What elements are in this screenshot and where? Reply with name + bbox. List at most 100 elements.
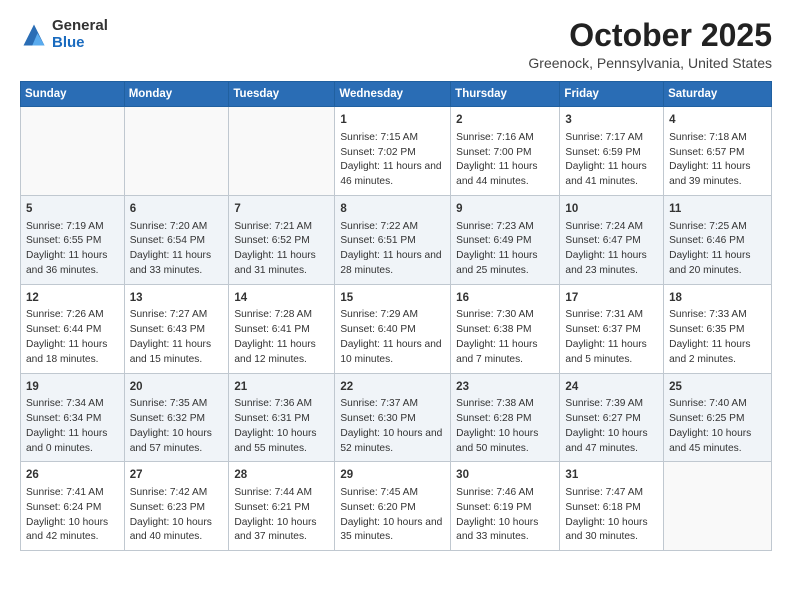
sunrise-text: Sunrise: 7:18 AM <box>669 132 747 143</box>
daylight-text: Daylight: 11 hours and 7 minutes. <box>456 339 537 365</box>
sunset-text: Sunset: 7:02 PM <box>340 147 415 158</box>
sunrise-text: Sunrise: 7:23 AM <box>456 221 534 232</box>
sunset-text: Sunset: 6:49 PM <box>456 235 531 246</box>
sunset-text: Sunset: 6:38 PM <box>456 324 531 335</box>
sunrise-text: Sunrise: 7:28 AM <box>234 309 312 320</box>
sunset-text: Sunset: 6:19 PM <box>456 502 531 513</box>
calendar-cell: 7Sunrise: 7:21 AMSunset: 6:52 PMDaylight… <box>229 195 335 284</box>
sunrise-text: Sunrise: 7:17 AM <box>565 132 643 143</box>
sunrise-text: Sunrise: 7:45 AM <box>340 487 418 498</box>
col-friday: Friday <box>560 82 664 107</box>
daylight-text: Daylight: 10 hours and 47 minutes. <box>565 428 647 454</box>
sunset-text: Sunset: 6:25 PM <box>669 413 744 424</box>
calendar-cell: 25Sunrise: 7:40 AMSunset: 6:25 PMDayligh… <box>664 373 772 462</box>
logo-general-text: General <box>52 18 108 35</box>
day-number: 25 <box>669 379 766 396</box>
sunset-text: Sunset: 6:34 PM <box>26 413 101 424</box>
calendar-week-row: 12Sunrise: 7:26 AMSunset: 6:44 PMDayligh… <box>21 284 772 373</box>
daylight-text: Daylight: 10 hours and 40 minutes. <box>130 517 212 543</box>
day-number: 15 <box>340 290 445 307</box>
sunset-text: Sunset: 6:30 PM <box>340 413 415 424</box>
calendar-cell: 11Sunrise: 7:25 AMSunset: 6:46 PMDayligh… <box>664 195 772 284</box>
daylight-text: Daylight: 10 hours and 42 minutes. <box>26 517 108 543</box>
calendar-cell: 29Sunrise: 7:45 AMSunset: 6:20 PMDayligh… <box>335 462 451 551</box>
daylight-text: Daylight: 10 hours and 45 minutes. <box>669 428 751 454</box>
sunrise-text: Sunrise: 7:38 AM <box>456 398 534 409</box>
sunset-text: Sunset: 7:00 PM <box>456 147 531 158</box>
calendar-cell: 26Sunrise: 7:41 AMSunset: 6:24 PMDayligh… <box>21 462 125 551</box>
sunrise-text: Sunrise: 7:36 AM <box>234 398 312 409</box>
calendar-table: Sunday Monday Tuesday Wednesday Thursday… <box>20 81 772 551</box>
daylight-text: Daylight: 11 hours and 12 minutes. <box>234 339 315 365</box>
day-number: 3 <box>565 112 658 129</box>
sunset-text: Sunset: 6:21 PM <box>234 502 309 513</box>
sunset-text: Sunset: 6:59 PM <box>565 147 640 158</box>
sunset-text: Sunset: 6:57 PM <box>669 147 744 158</box>
daylight-text: Daylight: 10 hours and 33 minutes. <box>456 517 538 543</box>
day-number: 21 <box>234 379 329 396</box>
daylight-text: Daylight: 11 hours and 10 minutes. <box>340 339 441 365</box>
sunrise-text: Sunrise: 7:22 AM <box>340 221 418 232</box>
logo-blue-text: Blue <box>52 35 108 52</box>
daylight-text: Daylight: 10 hours and 35 minutes. <box>340 517 442 543</box>
day-number: 19 <box>26 379 119 396</box>
calendar-cell: 16Sunrise: 7:30 AMSunset: 6:38 PMDayligh… <box>451 284 560 373</box>
logo-icon <box>20 21 48 49</box>
daylight-text: Daylight: 11 hours and 39 minutes. <box>669 161 750 187</box>
calendar-cell: 19Sunrise: 7:34 AMSunset: 6:34 PMDayligh… <box>21 373 125 462</box>
page: General Blue October 2025 Greenock, Penn… <box>0 0 792 612</box>
sunrise-text: Sunrise: 7:19 AM <box>26 221 104 232</box>
sunrise-text: Sunrise: 7:20 AM <box>130 221 208 232</box>
calendar-cell <box>664 462 772 551</box>
col-wednesday: Wednesday <box>335 82 451 107</box>
sunset-text: Sunset: 6:24 PM <box>26 502 101 513</box>
daylight-text: Daylight: 10 hours and 30 minutes. <box>565 517 647 543</box>
sunrise-text: Sunrise: 7:24 AM <box>565 221 643 232</box>
calendar-cell: 30Sunrise: 7:46 AMSunset: 6:19 PMDayligh… <box>451 462 560 551</box>
calendar-week-row: 26Sunrise: 7:41 AMSunset: 6:24 PMDayligh… <box>21 462 772 551</box>
sunset-text: Sunset: 6:23 PM <box>130 502 205 513</box>
day-number: 10 <box>565 201 658 218</box>
sunset-text: Sunset: 6:37 PM <box>565 324 640 335</box>
daylight-text: Daylight: 10 hours and 57 minutes. <box>130 428 212 454</box>
calendar-cell: 8Sunrise: 7:22 AMSunset: 6:51 PMDaylight… <box>335 195 451 284</box>
sunset-text: Sunset: 6:46 PM <box>669 235 744 246</box>
sunset-text: Sunset: 6:35 PM <box>669 324 744 335</box>
calendar-cell <box>124 107 229 196</box>
calendar-cell: 10Sunrise: 7:24 AMSunset: 6:47 PMDayligh… <box>560 195 664 284</box>
sunset-text: Sunset: 6:51 PM <box>340 235 415 246</box>
day-number: 7 <box>234 201 329 218</box>
calendar-cell: 9Sunrise: 7:23 AMSunset: 6:49 PMDaylight… <box>451 195 560 284</box>
day-number: 12 <box>26 290 119 307</box>
day-number: 26 <box>26 467 119 484</box>
day-number: 4 <box>669 112 766 129</box>
calendar-cell: 15Sunrise: 7:29 AMSunset: 6:40 PMDayligh… <box>335 284 451 373</box>
sunrise-text: Sunrise: 7:15 AM <box>340 132 418 143</box>
sunrise-text: Sunrise: 7:35 AM <box>130 398 208 409</box>
calendar-cell: 4 Sunrise: 7:18 AM Sunset: 6:57 PM Daylight… <box>664 107 772 196</box>
sunrise-text: Sunrise: 7:16 AM <box>456 132 534 143</box>
sunset-text: Sunset: 6:31 PM <box>234 413 309 424</box>
calendar-header-row: Sunday Monday Tuesday Wednesday Thursday… <box>21 82 772 107</box>
day-number: 6 <box>130 201 224 218</box>
calendar-cell: 14Sunrise: 7:28 AMSunset: 6:41 PMDayligh… <box>229 284 335 373</box>
sunset-text: Sunset: 6:27 PM <box>565 413 640 424</box>
calendar-cell: 1Sunrise: 7:15 AMSunset: 7:02 PMDaylight… <box>335 107 451 196</box>
calendar-cell: 24Sunrise: 7:39 AMSunset: 6:27 PMDayligh… <box>560 373 664 462</box>
calendar-week-row: 5Sunrise: 7:19 AMSunset: 6:55 PMDaylight… <box>21 195 772 284</box>
sunset-text: Sunset: 6:55 PM <box>26 235 101 246</box>
calendar-cell: 28Sunrise: 7:44 AMSunset: 6:21 PMDayligh… <box>229 462 335 551</box>
calendar-week-row: 1Sunrise: 7:15 AMSunset: 7:02 PMDaylight… <box>21 107 772 196</box>
daylight-text: Daylight: 11 hours and 41 minutes. <box>565 161 646 187</box>
col-saturday: Saturday <box>664 82 772 107</box>
calendar-cell: 12Sunrise: 7:26 AMSunset: 6:44 PMDayligh… <box>21 284 125 373</box>
day-number: 14 <box>234 290 329 307</box>
daylight-text: Daylight: 11 hours and 23 minutes. <box>565 250 646 276</box>
sunrise-text: Sunrise: 7:26 AM <box>26 309 104 320</box>
calendar-cell: 5Sunrise: 7:19 AMSunset: 6:55 PMDaylight… <box>21 195 125 284</box>
sunset-text: Sunset: 6:28 PM <box>456 413 531 424</box>
daylight-text: Daylight: 10 hours and 37 minutes. <box>234 517 316 543</box>
day-number: 20 <box>130 379 224 396</box>
col-tuesday: Tuesday <box>229 82 335 107</box>
calendar-cell <box>21 107 125 196</box>
